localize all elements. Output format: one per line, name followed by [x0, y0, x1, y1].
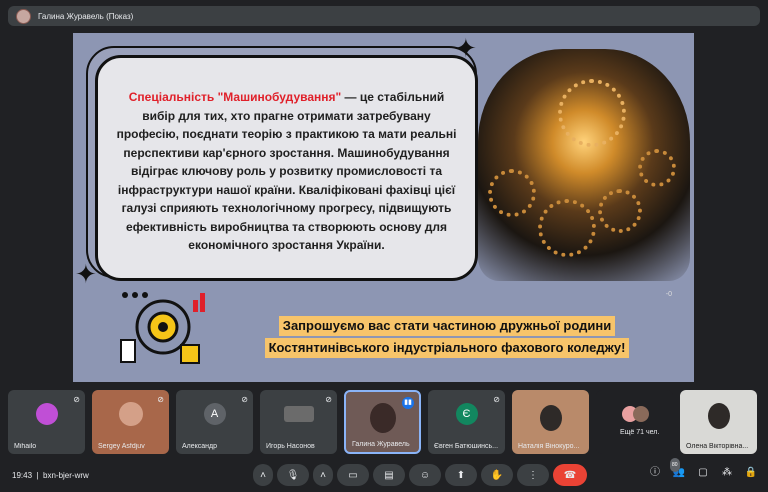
- captions-button[interactable]: ▤: [373, 464, 405, 486]
- textbox-frame: Спеціальність "Машинобудування" — це ста…: [86, 46, 478, 281]
- avatar: [539, 405, 562, 431]
- slide-cta: Запрошуємо вас стати частиною дружньої р…: [223, 316, 671, 368]
- more-options-button[interactable]: ⋮: [517, 464, 549, 486]
- raise-hand-icon: ✋: [490, 469, 504, 481]
- mic-off-icon: ⊘: [325, 395, 332, 404]
- avatar: А: [203, 403, 226, 425]
- slide-body: — це стабільний вибір для тих, хто прагн…: [116, 90, 457, 252]
- mic-off-icon: ⊘: [241, 395, 248, 404]
- participant-tile[interactable]: А ⊘ Александр: [176, 390, 253, 454]
- avatar: [35, 403, 58, 425]
- host-controls-button[interactable]: 🔒: [744, 466, 758, 480]
- present-icon: ⬆: [456, 469, 466, 481]
- meeting-info: 19:43 | bxn-bjer-wrw: [12, 471, 89, 480]
- participant-tile[interactable]: ⊘ Игорь Насонов: [260, 390, 337, 454]
- camera-icon: ▭: [348, 469, 358, 481]
- people-button[interactable]: 80 👥: [670, 458, 686, 480]
- participant-strip: ⊘ Mihailo ⊘ Sergey Asfdjuv А ⊘ Александр…: [8, 390, 760, 454]
- speaking-indicator-icon: ▮▮: [402, 397, 414, 409]
- participant-tile[interactable]: Наталія Вінокуро...: [512, 390, 589, 454]
- participant-name: Наталія Вінокуро...: [518, 443, 580, 450]
- mic-toggle-button[interactable]: 🎙: [277, 464, 309, 486]
- cta-line-1: Запрошуємо вас стати частиною дружньої р…: [278, 316, 616, 336]
- info-icon: ⓘ: [650, 467, 660, 478]
- emoji-button[interactable]: ☺: [409, 464, 441, 486]
- presenter-name: Галина Журавель (Показ): [38, 11, 134, 21]
- end-call-button[interactable]: ☎: [553, 464, 587, 486]
- meeting-toolbar: 19:43 | bxn-bjer-wrw ˄ 🎙 ˄ ▭ ▤ ☺ ⬆ ✋ ⋮ ☎…: [0, 458, 768, 492]
- participant-name: Александр: [182, 443, 218, 450]
- mic-off-icon: ⊘: [73, 395, 80, 404]
- presenter-bar: Галина Журавель (Показ): [8, 6, 760, 26]
- emoji-icon: ☺: [419, 469, 431, 481]
- participant-name: Mihailo: [14, 443, 37, 450]
- participant-tile[interactable]: Є ⊘ Євген Батюшинсь...: [428, 390, 505, 454]
- chat-icon: ▢: [698, 467, 708, 478]
- meeting-code: bxn-bjer-wrw: [43, 471, 89, 480]
- info-button[interactable]: ⓘ: [648, 466, 662, 480]
- slide-mark: -0: [665, 291, 672, 298]
- participant-tile[interactable]: ⊘ Mihailo: [8, 390, 85, 454]
- process-gear-icon: [120, 292, 205, 364]
- mic-off-icon: ⊘: [493, 395, 500, 404]
- mic-off-icon: ⊘: [157, 395, 164, 404]
- call-controls: ˄ 🎙 ˄ ▭ ▤ ☺ ⬆ ✋ ⋮ ☎: [253, 464, 587, 486]
- audio-options-button[interactable]: ˄: [253, 464, 273, 486]
- participant-name: Sergey Asfdjuv: [98, 443, 145, 450]
- more-participants-label: Ещё 71 чел.: [620, 429, 660, 436]
- people-count-badge: 80: [670, 458, 680, 472]
- avatar: [707, 403, 730, 429]
- more-icon: ⋮: [528, 469, 538, 481]
- captions-icon: ▤: [384, 469, 394, 481]
- presenter-avatar: [16, 8, 31, 24]
- gears-globe-image: [478, 49, 690, 281]
- participant-tile[interactable]: ▮▮ Галина Журавель: [344, 390, 421, 454]
- slide-textbox: Спеціальність "Машинобудування" — це ста…: [95, 55, 478, 281]
- side-controls: ⓘ 80 👥 ▢ ⁂ 🔒: [648, 458, 758, 480]
- camera-toggle-button[interactable]: ▭: [337, 464, 369, 486]
- participant-name: Євген Батюшинсь...: [434, 443, 499, 450]
- lock-icon: 🔒: [744, 467, 758, 478]
- end-call-icon: ☎: [563, 469, 577, 481]
- present-button[interactable]: ⬆: [445, 464, 477, 486]
- participant-name: Олена Вікторівна...: [686, 443, 749, 450]
- slide-highlight: Спеціальність "Машинобудування": [128, 90, 342, 104]
- participant-tile[interactable]: ⊘ Sergey Asfdjuv: [92, 390, 169, 454]
- chat-button[interactable]: ▢: [696, 466, 710, 480]
- avatar: [118, 402, 143, 426]
- avatar-stack: [632, 406, 649, 422]
- video-options-button[interactable]: ˄: [313, 464, 333, 486]
- meeting-time: 19:43: [12, 471, 33, 480]
- participant-name: Игорь Насонов: [266, 443, 315, 450]
- raise-hand-button[interactable]: ✋: [481, 464, 513, 486]
- sparkle-icon: ✦: [455, 33, 477, 63]
- avatar: Є: [455, 403, 478, 425]
- avatar: [283, 406, 314, 422]
- separator: |: [36, 471, 39, 480]
- participant-tile[interactable]: Олена Вікторівна...: [680, 390, 757, 454]
- sparkle-icon: ✦: [75, 259, 97, 289]
- shared-slide: Спеціальність "Машинобудування" — це ста…: [73, 33, 694, 382]
- mic-icon: 🎙: [286, 469, 300, 481]
- activities-button[interactable]: ⁂: [720, 466, 734, 480]
- activities-icon: ⁂: [722, 467, 732, 478]
- more-participants-tile[interactable]: Ещё 71 чел.: [596, 390, 673, 454]
- participant-name: Галина Журавель: [352, 441, 410, 448]
- avatar: [369, 403, 396, 433]
- cta-line-2: Костянтинівського індустріального фахово…: [264, 338, 630, 358]
